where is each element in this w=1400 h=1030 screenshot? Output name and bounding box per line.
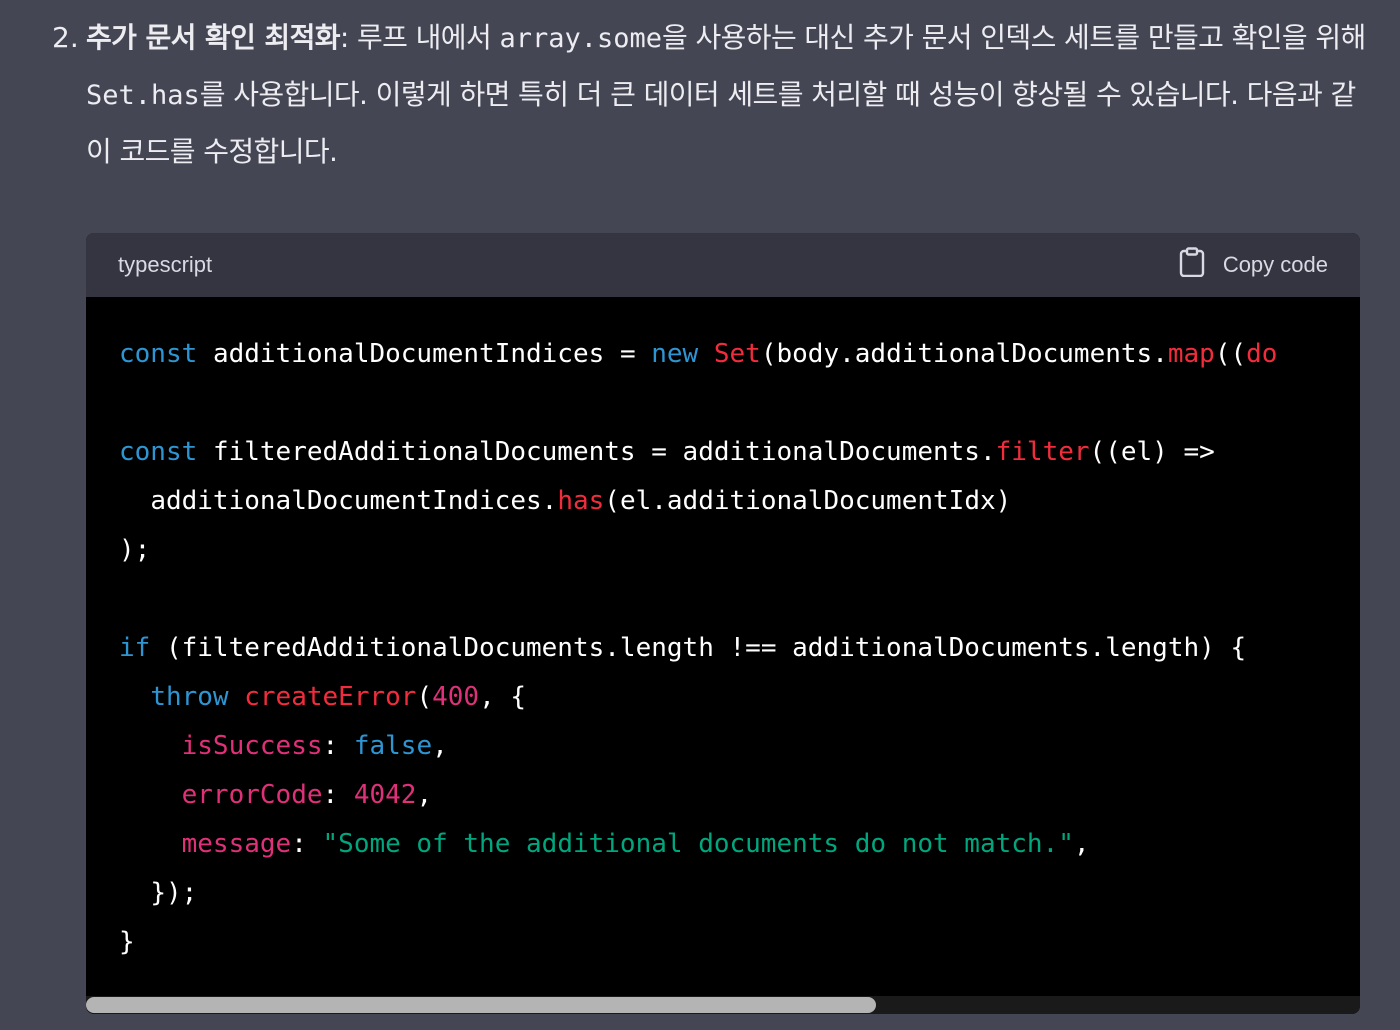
item-heading: 추가 문서 확인 최적화 xyxy=(86,21,340,54)
code-line: additionalDocumentIndices.has(el.additio… xyxy=(150,486,1012,516)
inline-code-set-has: Set.has xyxy=(86,80,200,111)
code-line: } xyxy=(119,927,135,957)
code-block: typescript Copy code const additionalDoc… xyxy=(86,233,1360,1014)
code-line: const additionalDocumentIndices = new Se… xyxy=(119,339,1278,369)
paragraph-text-3: 를 사용합니다. 이렇게 하면 특히 더 큰 데이터 세트를 처리할 때 성능이… xyxy=(86,78,1356,168)
clipboard-icon xyxy=(1179,247,1223,283)
copy-code-button[interactable]: Copy code xyxy=(1179,233,1328,297)
code-body: const additionalDocumentIndices = new Se… xyxy=(86,297,1360,977)
code-line: message: "Some of the additional documen… xyxy=(181,829,1090,859)
code-line: if (filteredAdditionalDocuments.length !… xyxy=(119,633,1247,663)
code-line: isSuccess: false, xyxy=(181,731,448,761)
copy-code-label: Copy code xyxy=(1222,252,1328,277)
code-line: const filteredAdditionalDocuments = addi… xyxy=(119,437,1215,467)
paragraph-text-1: : 루프 내에서 xyxy=(339,21,500,54)
inline-code-array-some: array.some xyxy=(499,23,662,54)
answer-list-item: 2. 추가 문서 확인 최적화: 루프 내에서 array.some을 사용하는… xyxy=(52,10,1372,180)
code-line: }); xyxy=(150,878,198,908)
code-line: errorCode: 4042, xyxy=(181,780,433,810)
horizontal-scrollbar[interactable] xyxy=(86,996,1360,1014)
list-number: 2. xyxy=(52,21,79,54)
paragraph-text-2: 을 사용하는 대신 추가 문서 인덱스 세트를 만들고 확인을 위해 xyxy=(662,21,1366,54)
answer-paragraph: 추가 문서 확인 최적화: 루프 내에서 array.some을 사용하는 대신… xyxy=(86,10,1372,180)
scrollbar-thumb[interactable] xyxy=(86,997,876,1013)
code-content: const additionalDocumentIndices = new Se… xyxy=(119,330,1277,967)
code-block-header: typescript Copy code xyxy=(86,233,1360,297)
code-language-label: typescript xyxy=(118,252,213,277)
code-line: throw createError(400, { xyxy=(150,682,527,712)
code-line: ); xyxy=(119,535,151,565)
